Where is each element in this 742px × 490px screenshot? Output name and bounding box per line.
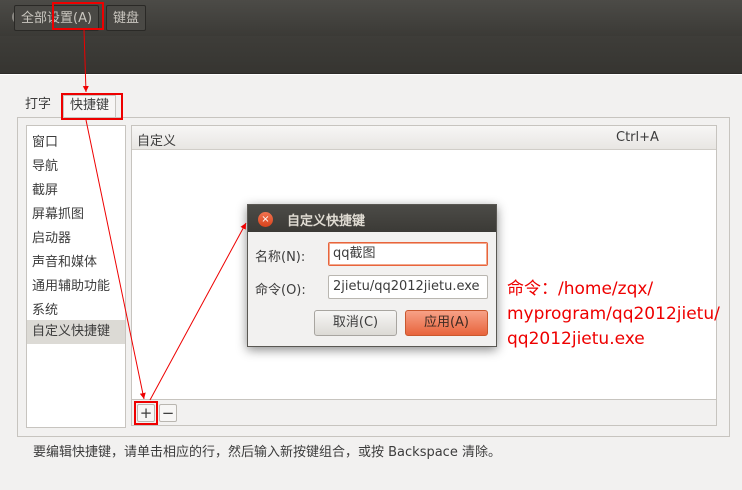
command-annotation-line3: qq2012jietu.exe (507, 329, 645, 349)
annotation-arrow-to-add (85, 119, 146, 400)
command-annotation-line1: 命令：/home/zqx/ (507, 279, 654, 299)
annotation-arrows (82, 29, 247, 401)
command-annotation-line2: myprogram/qq2012jietu/ (507, 304, 720, 324)
annotation-arrow-to-tab (82, 29, 89, 93)
annotation-arrow-to-dialog (149, 222, 247, 401)
command-annotation: 命令：/home/zqx/ myprogram/qq2012jietu/ qq2… (507, 277, 720, 352)
